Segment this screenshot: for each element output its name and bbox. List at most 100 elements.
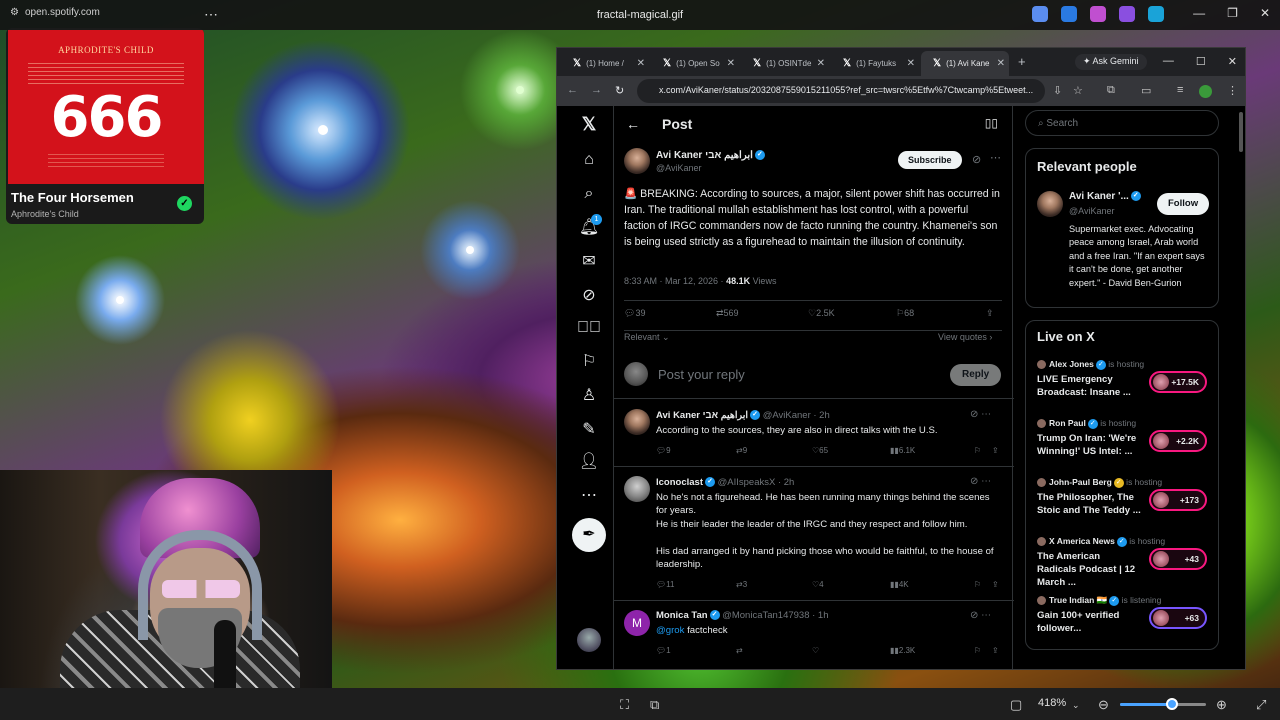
repost-action[interactable]: ⇄ (736, 646, 743, 655)
reply-action[interactable]: 💬︎ 11 (656, 580, 674, 589)
reply-avatar[interactable] (624, 409, 650, 435)
fit-screen-icon[interactable]: ⛶ (620, 697, 629, 713)
person-name[interactable]: Avi Kaner '... ✓ (1069, 191, 1141, 202)
new-tab-button[interactable]: + (1018, 54, 1026, 69)
listener-count-pill[interactable]: +17.5K (1149, 371, 1207, 393)
zoom-slider-knob[interactable] (1165, 698, 1178, 710)
search-icon[interactable]: ⌕ (575, 180, 603, 208)
notifications-icon[interactable]: 🔔︎ 1 (575, 214, 603, 242)
like-action[interactable]: ♡ (812, 646, 819, 655)
views-action[interactable]: ▮▮ 4K (890, 580, 909, 589)
profile-avatar[interactable] (1199, 85, 1212, 98)
reply-button[interactable]: Reply (950, 364, 1002, 386)
reply-action[interactable]: 💬︎ 1 (656, 646, 671, 655)
app-icon[interactable] (1061, 6, 1077, 22)
compose-post-button[interactable]: ✒ (572, 518, 606, 552)
repost-action[interactable]: ⇄ 3 (736, 580, 747, 589)
forward-icon[interactable]: → (591, 84, 602, 96)
more-options-icon[interactable]: ⋯ (575, 482, 603, 510)
spotify-mini-player[interactable]: APHRODITE'S CHILD 666 The Four Horsemen … (6, 28, 204, 224)
frame-icon[interactable]: ▢ (1010, 697, 1022, 713)
listener-count-pill[interactable]: +43 (1149, 548, 1207, 570)
maximize-button[interactable]: ❐ (1227, 6, 1238, 20)
reply-author[interactable]: Iconoclast ✓ @AIIspeaksX · 2h (656, 477, 794, 488)
author-avatar[interactable] (624, 148, 650, 174)
verified-icon[interactable]: ✓⃝ (575, 314, 603, 342)
x-logo-icon[interactable]: 𝕏 (575, 110, 603, 138)
post-more-icon[interactable]: ⋯ (990, 151, 1001, 164)
bookmarks-icon[interactable]: ⚐ (575, 348, 603, 376)
scrollbar-thumb[interactable] (1239, 112, 1243, 152)
close-tab-icon[interactable]: ✕ (997, 58, 1005, 69)
close-tab-icon[interactable]: ✕ (727, 58, 735, 69)
articles-icon[interactable]: ✎ (575, 416, 603, 444)
grok-explain-icon[interactable]: ⊘ (972, 153, 981, 166)
app-icon[interactable] (1032, 6, 1048, 22)
ask-gemini-button[interactable]: ✦ Ask Gemini (1075, 54, 1147, 70)
close-tab-icon[interactable]: ✕ (907, 58, 915, 69)
reply-avatar[interactable]: M (624, 610, 650, 636)
close-button[interactable]: ✕ (1260, 6, 1270, 20)
profile-icon[interactable]: 👤︎ (575, 448, 603, 476)
repost-action[interactable]: ⇄ 9 (736, 446, 747, 455)
person-avatar[interactable] (1037, 191, 1063, 217)
repost-action[interactable]: ⇄ 569 (716, 308, 739, 319)
view-quotes-link[interactable]: View quotes › (938, 332, 992, 342)
app-icon[interactable] (1119, 6, 1135, 22)
person-handle[interactable]: @AviKaner (1069, 206, 1115, 216)
zoom-in-icon[interactable]: ⊕ (1216, 697, 1227, 713)
views-action[interactable]: ▮▮ 6.1K (890, 446, 915, 455)
close-tab-icon[interactable]: ✕ (637, 58, 645, 69)
jobs-icon[interactable]: ♙ (575, 382, 603, 410)
account-avatar[interactable] (577, 628, 601, 652)
browser-tab[interactable]: 𝕏 (1) Open So ✕ (651, 51, 739, 76)
like-action[interactable]: ♡ 65 (812, 446, 828, 455)
reply-input[interactable]: Post your reply (658, 367, 745, 382)
zoom-slider[interactable] (1120, 698, 1206, 710)
reader-mode-icon[interactable]: ▯▯ (985, 116, 998, 130)
zoom-level[interactable]: 418% (1038, 697, 1066, 709)
share-icon[interactable]: ⇪ (992, 580, 999, 589)
browser-tab[interactable]: 𝕏 (1) OSINTde ✕ (741, 51, 829, 76)
grok-icon[interactable]: ⊘ (575, 282, 603, 310)
author-handle[interactable]: @AviKaner (656, 163, 702, 173)
bookmark-star-icon[interactable]: ☆ (1073, 84, 1083, 97)
bookmark-icon[interactable]: ⚐ (974, 580, 981, 589)
zoom-dropdown-icon[interactable]: ⌄ (1072, 700, 1080, 711)
url-input[interactable]: x.com/AviKaner/status/203208755901521105… (637, 79, 1045, 103)
minimize-button[interactable]: — (1163, 55, 1174, 68)
page-scrollbar[interactable] (1237, 106, 1245, 669)
post-time[interactable]: 8:33 AM · Mar 12, 2026 · (624, 276, 726, 286)
views-action[interactable]: ▮▮ 2.3K (890, 646, 915, 655)
app-icon[interactable] (1148, 6, 1164, 22)
reply-action[interactable]: 💬︎ 9 (656, 446, 671, 455)
app-icon[interactable] (1090, 6, 1106, 22)
browser-tab-active[interactable]: 𝕏 (1) Avi Kane ✕ (921, 51, 1009, 76)
reply-more-icon[interactable]: ⊘ ⋯ (970, 476, 991, 487)
sort-relevant-dropdown[interactable]: Relevant ⌄ (624, 332, 670, 343)
listener-count-pill[interactable]: +173 (1149, 489, 1207, 511)
messages-icon[interactable]: ✉ (575, 248, 603, 276)
browser-tab[interactable]: 𝕏 (1) Home / ✕ (561, 51, 649, 76)
share-icon[interactable]: ⇪ (992, 446, 999, 455)
crop-icon[interactable]: ⧉ (650, 697, 659, 713)
menu-lines-icon[interactable]: ≡ (1177, 84, 1183, 96)
back-arrow-icon[interactable]: ← (626, 116, 640, 132)
subscribe-button[interactable]: Subscribe (898, 151, 962, 169)
reply-more-icon[interactable]: ⊘ ⋯ (970, 409, 991, 420)
maximize-button[interactable]: ☐ (1196, 55, 1206, 68)
zoom-out-icon[interactable]: ⊖ (1098, 697, 1109, 713)
fullscreen-icon[interactable]: ⤢ (1256, 697, 1266, 713)
bookmark-action[interactable]: ⚐ 68 (896, 308, 914, 319)
listener-count-pill[interactable]: +2.2K (1149, 430, 1207, 452)
search-input[interactable]: ⌕ Search (1025, 110, 1219, 136)
close-button[interactable]: ✕ (1228, 55, 1237, 68)
author-name[interactable]: Avi Kaner ابراهیم אבי ✓ (656, 150, 765, 161)
listener-count-pill[interactable]: +63 (1149, 607, 1207, 629)
like-action[interactable]: ♡ 2.5K (808, 308, 835, 319)
close-tab-icon[interactable]: ✕ (817, 58, 825, 69)
browser-tab[interactable]: 𝕏 (1) Faytuks ✕ (831, 51, 919, 76)
share-icon[interactable]: ⇪ (986, 308, 994, 319)
extensions-icon[interactable]: ⧉ (1107, 84, 1115, 97)
reply-author[interactable]: Monica Tan ✓ @MonicaTan147938 · 1h (656, 610, 829, 621)
